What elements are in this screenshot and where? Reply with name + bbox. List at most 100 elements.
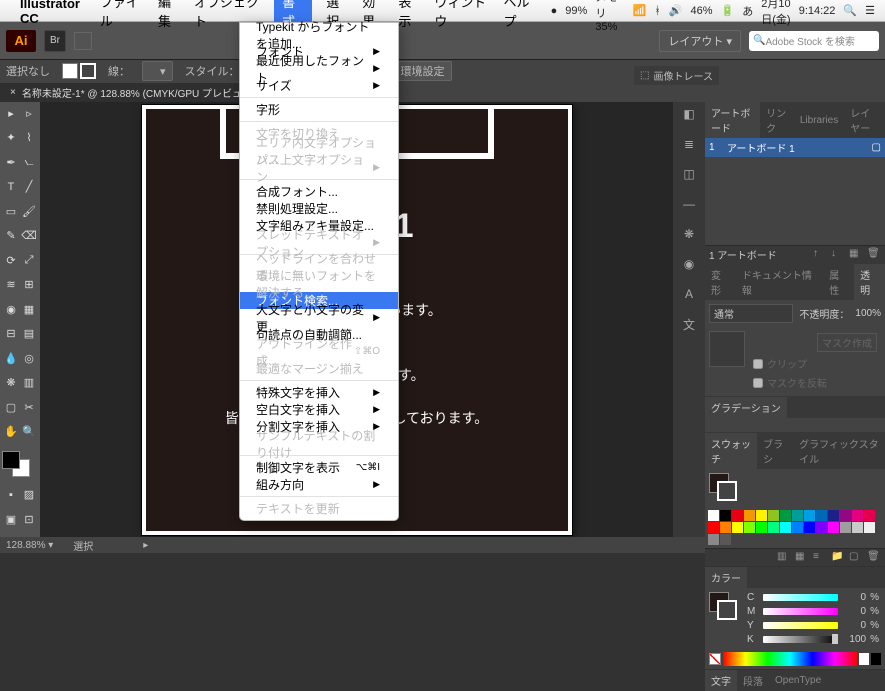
stroke-swatch[interactable] (80, 63, 96, 79)
artboard-options-icon[interactable]: ▢ (872, 142, 881, 153)
move-up-icon[interactable]: ↑ (813, 248, 827, 262)
swatch[interactable] (756, 522, 767, 533)
menu-edit[interactable]: 編集 (158, 0, 180, 30)
tab-libraries[interactable]: Libraries (794, 102, 844, 138)
fill-stroke-swatches[interactable] (2, 451, 36, 479)
arrange-icon[interactable] (74, 32, 92, 50)
lasso-tool[interactable]: ⌇ (20, 129, 38, 147)
graph-tool[interactable]: ▥ (20, 374, 38, 392)
color-guide-icon[interactable]: ◧ (679, 104, 699, 124)
menu-item[interactable]: 字形 (240, 101, 398, 118)
zoom-tool[interactable]: 🔍 (20, 423, 38, 441)
k-slider[interactable] (763, 636, 838, 643)
notif-icon[interactable]: ☰ (865, 4, 875, 17)
type-tool[interactable]: T (2, 178, 20, 196)
swatch[interactable] (852, 522, 863, 533)
black-icon[interactable] (871, 653, 881, 665)
rotate-tool[interactable]: ⟳ (2, 251, 20, 269)
line-tool[interactable]: ╱ (20, 178, 38, 196)
new-artboard-icon[interactable]: ▦ (849, 248, 863, 262)
tab-gstyles[interactable]: グラフィックスタイル (793, 433, 885, 469)
swatch[interactable] (792, 522, 803, 533)
tab-color[interactable]: カラー (705, 567, 747, 588)
spotlight-icon[interactable]: 🔍 (843, 4, 857, 17)
eraser-tool[interactable]: ⌫ (20, 227, 38, 245)
swatch[interactable] (804, 522, 815, 533)
swatch[interactable] (708, 522, 719, 533)
slice-tool[interactable]: ✂ (20, 398, 38, 416)
delete-artboard-icon[interactable]: 🗑 (867, 248, 881, 262)
mesh-tool[interactable]: ⊟ (2, 325, 20, 343)
selection-tool[interactable]: ▸ (2, 104, 20, 122)
m-slider[interactable] (763, 608, 838, 615)
line-icon[interactable]: ● (551, 5, 558, 17)
ime-icon[interactable]: あ (742, 3, 753, 19)
direct-select-tool[interactable]: ▹ (20, 104, 38, 122)
tab-swatches[interactable]: スウォッチ (705, 433, 757, 469)
symbols-icon[interactable]: ❋ (679, 224, 699, 244)
swatch[interactable] (816, 510, 827, 521)
image-trace-button[interactable]: ⬚ 画像トレース (634, 66, 719, 85)
document-tab[interactable]: ×名称未設定-1* @ 128.88% (CMYK/GPU プレビュー) (0, 83, 265, 102)
swatch[interactable] (840, 510, 851, 521)
swatch[interactable] (852, 510, 863, 521)
swatch[interactable] (744, 510, 755, 521)
perspective-tool[interactable]: ▦ (20, 300, 38, 318)
swatch[interactable] (828, 510, 839, 521)
stroke-weight[interactable]: ▾ (142, 61, 173, 81)
gradient-mode[interactable]: ▨ (20, 486, 38, 504)
menu-item[interactable]: 最近使用したフォント▶ (240, 60, 398, 77)
swatch[interactable] (732, 510, 743, 521)
swatch[interactable] (816, 522, 827, 533)
appearance-icon[interactable]: ◉ (679, 254, 699, 274)
c-slider[interactable] (763, 594, 838, 601)
menu-item[interactable]: Typekit からフォントを追加... (240, 26, 398, 43)
swatch[interactable] (768, 510, 779, 521)
y-slider[interactable] (763, 622, 838, 629)
swatch[interactable] (780, 522, 791, 533)
menu-item[interactable]: 空白文字を挿入▶ (240, 401, 398, 418)
menu-item[interactable]: 合成フォント... (240, 183, 398, 200)
swatch[interactable] (768, 522, 779, 533)
blend-mode-select[interactable]: 通常 (709, 304, 793, 323)
menu-item[interactable]: 大文字と小文字の変更▶ (240, 309, 398, 326)
tab-transparency[interactable]: 透明 (854, 264, 885, 300)
swatch[interactable] (828, 522, 839, 533)
hand-tool[interactable]: ✋ (2, 423, 20, 441)
blend-tool[interactable]: ◎ (20, 349, 38, 367)
swatch[interactable] (720, 522, 731, 533)
tab-brushes[interactable]: ブラシ (757, 433, 793, 469)
stock-search[interactable]: 🔍Adobe Stock を検索 (749, 31, 879, 51)
artboard-tool[interactable]: ▢ (2, 398, 20, 416)
pen-tool[interactable]: ✒ (2, 153, 20, 171)
swatch[interactable] (792, 510, 803, 521)
volume-icon[interactable]: 🔊 (669, 4, 683, 17)
opacity-value[interactable]: 100% (855, 308, 881, 319)
swatch[interactable] (708, 534, 719, 545)
white-icon[interactable] (859, 653, 869, 665)
swatch[interactable] (840, 522, 851, 533)
swatch[interactable] (804, 510, 815, 521)
menu-file[interactable]: ファイル (100, 0, 144, 30)
swatch[interactable] (756, 510, 767, 521)
symbol-sprayer-tool[interactable]: ❋ (2, 374, 20, 392)
swatch[interactable] (708, 510, 719, 521)
shaper-tool[interactable]: ✎ (2, 227, 20, 245)
menu-window[interactable]: ウィンドウ (434, 0, 489, 30)
fill-swatch[interactable] (62, 63, 78, 79)
pathfinder-icon[interactable]: ◫ (679, 164, 699, 184)
swatch[interactable] (864, 510, 875, 521)
prefs-button[interactable]: 環境設定 (394, 61, 452, 81)
shape-builder-tool[interactable]: ◉ (2, 300, 20, 318)
move-down-icon[interactable]: ↓ (831, 248, 845, 262)
tab-paragraph[interactable]: 段落 (737, 670, 769, 691)
make-mask-button[interactable]: マスク作成 (817, 333, 877, 352)
workspace-switcher[interactable]: レイアウト ▾ (659, 30, 741, 52)
none-icon[interactable] (709, 653, 721, 665)
swatch[interactable] (864, 522, 875, 533)
menu-help[interactable]: ヘルプ (504, 0, 537, 30)
curvature-tool[interactable]: ⦦ (20, 153, 38, 171)
tab-opentype[interactable]: OpenType (769, 670, 827, 691)
artboard-row[interactable]: 1 アートボード 1 ▢ (705, 138, 885, 157)
tab-links[interactable]: リンク (760, 102, 794, 138)
